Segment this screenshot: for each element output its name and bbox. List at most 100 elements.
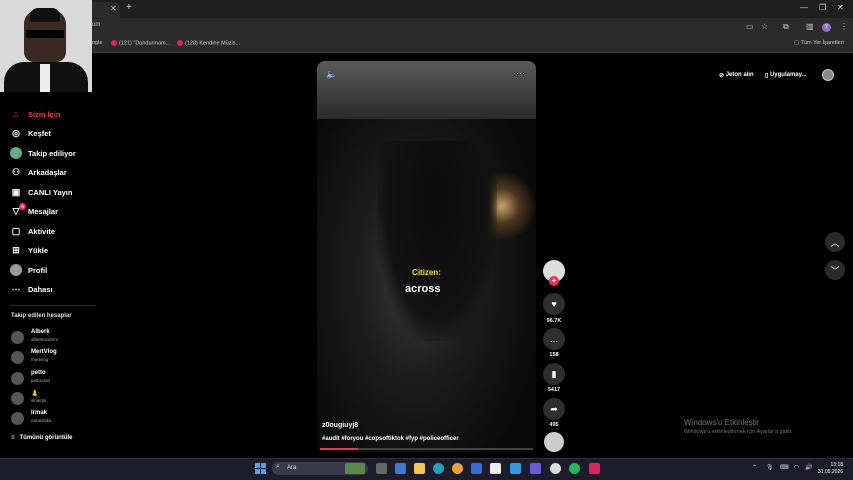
bookmark-item[interactable]: (128) Kendine Müzis... bbox=[177, 40, 240, 46]
activation-watermark-title: Windows'u Etkinleştir bbox=[684, 418, 760, 427]
file-explorer-icon[interactable] bbox=[414, 463, 425, 474]
sidebar-item-live[interactable]: ▣ CANLI Yayın bbox=[10, 184, 73, 200]
discord-icon[interactable] bbox=[530, 463, 541, 474]
sidebar-item-profile[interactable]: Profil bbox=[10, 262, 47, 278]
account-name: Alberk bbox=[31, 329, 50, 335]
get-app-button[interactable]: ▯ Uygulamay... bbox=[765, 68, 807, 82]
task-view-icon[interactable] bbox=[376, 463, 387, 474]
share-button[interactable]: ➦ bbox=[543, 398, 565, 420]
windows-start-icon[interactable] bbox=[255, 463, 266, 474]
video-more-icon[interactable]: ⋯ bbox=[516, 68, 525, 79]
close-window-icon[interactable]: ✕ bbox=[837, 3, 844, 12]
mail-icon[interactable] bbox=[471, 463, 482, 474]
video-progress-fill bbox=[320, 448, 359, 450]
account-handle: pettoosss bbox=[31, 378, 51, 383]
wifi-icon[interactable]: ◠ bbox=[794, 464, 799, 471]
all-bookmarks[interactable]: ▢ Tüm Yer İşaretleri bbox=[794, 40, 844, 46]
followed-account[interactable]: Irmak naraistitka bbox=[11, 410, 101, 428]
followed-account[interactable]: petto pettoosss bbox=[11, 370, 101, 388]
webcam-hat bbox=[30, 8, 60, 22]
new-tab-icon[interactable]: + bbox=[126, 2, 132, 13]
browser-menu-icon[interactable]: ⋮ bbox=[840, 22, 848, 31]
vscode-icon[interactable] bbox=[510, 463, 521, 474]
followed-account[interactable]: MertVlog mertvlog bbox=[11, 349, 101, 367]
see-all-following-button[interactable]: ≡ Tümünü görüntüle bbox=[11, 435, 73, 441]
sidepanel-icon[interactable]: ▥ bbox=[806, 22, 814, 31]
sidebar-item-following[interactable]: Takip ediliyor bbox=[10, 145, 76, 161]
account-name: 👃 bbox=[31, 391, 39, 397]
mic-icon[interactable]: 🎙 bbox=[766, 464, 774, 471]
video-progress-bar[interactable] bbox=[320, 448, 533, 450]
live-icon: ▣ bbox=[11, 186, 21, 197]
home-icon: ⌂ bbox=[13, 109, 19, 119]
bookmark-item[interactable]: ogle bbox=[92, 40, 102, 46]
like-button[interactable]: ♥ bbox=[543, 293, 565, 315]
video-player[interactable] bbox=[317, 61, 536, 452]
webcam-sunglasses bbox=[26, 30, 64, 38]
spotify-icon[interactable] bbox=[569, 463, 580, 474]
following-section-title: Takip edilen hesaplar bbox=[11, 313, 72, 319]
volume-tray-icon[interactable]: 🔊 bbox=[805, 464, 812, 471]
comment-count: 158 bbox=[549, 352, 559, 358]
sidebar-item-activity[interactable]: ▢ Aktivite bbox=[10, 223, 55, 239]
copilot-icon[interactable] bbox=[395, 463, 406, 474]
search-highlight-icon bbox=[345, 463, 365, 474]
browser-profile-avatar[interactable]: Y bbox=[822, 23, 831, 32]
sidebar-item-for-you[interactable]: ⌂ Sizin İçin bbox=[10, 106, 60, 122]
compass-icon: ◎ bbox=[12, 127, 20, 138]
sidebar-item-explore[interactable]: ◎ Keşfet bbox=[10, 125, 51, 141]
bookmark-item[interactable]: (121) "Dondurmam... bbox=[111, 40, 170, 46]
activity-icon: ▢ bbox=[11, 225, 21, 236]
account-name: petto bbox=[31, 370, 46, 376]
url-field[interactable]: om bbox=[92, 22, 100, 28]
sidebar-item-more[interactable]: ⋯ Dahası bbox=[10, 281, 53, 297]
sidebar-item-messages[interactable]: ▽ 9 Mesajlar bbox=[10, 203, 58, 219]
get-coins-button[interactable]: ⊘ Jeton alın bbox=[719, 68, 754, 82]
avatar bbox=[11, 331, 24, 344]
tab-close-icon[interactable]: ✕ bbox=[110, 4, 117, 13]
app-icon[interactable] bbox=[589, 463, 600, 474]
address-bar bbox=[0, 18, 853, 37]
taskbar-clock[interactable]: 13:18 31.05.2026 bbox=[818, 462, 843, 476]
previous-video-button[interactable]: ︿ bbox=[825, 232, 845, 252]
store-icon[interactable] bbox=[490, 463, 501, 474]
follow-plus-icon[interactable]: + bbox=[549, 276, 559, 286]
windows-taskbar bbox=[0, 458, 853, 480]
volume-icon[interactable]: 🔈 bbox=[326, 69, 337, 80]
keyboard-icon[interactable]: ⌨ bbox=[780, 464, 789, 471]
activation-watermark-subtitle: Windows'u etkinleştirmek için Ayarlar'a … bbox=[684, 429, 793, 435]
more-dots-icon: ⋯ bbox=[11, 283, 21, 294]
comment-button[interactable]: … bbox=[543, 328, 565, 350]
next-video-button[interactable]: ﹀ bbox=[825, 260, 845, 280]
share-icon: ➦ bbox=[550, 403, 558, 414]
profile-icon bbox=[10, 264, 22, 276]
tray-chevron-icon[interactable]: ⌃ bbox=[752, 464, 757, 471]
sidebar-item-friends[interactable]: ⚇ Arkadaşlar bbox=[10, 164, 67, 180]
github-icon[interactable] bbox=[550, 463, 561, 474]
chevron-up-icon: ︿ bbox=[830, 237, 840, 248]
bookmark-star-icon[interactable]: ☆ bbox=[761, 22, 768, 31]
taskbar-search-label: Ara bbox=[287, 465, 297, 471]
video-description[interactable]: #audit #foryou #copsoftiktok #fyp #polic… bbox=[322, 436, 459, 442]
caption-word: across bbox=[403, 282, 443, 296]
cast-icon[interactable]: ▭ bbox=[746, 22, 754, 31]
video-username[interactable]: z0ougiuyj8 bbox=[322, 422, 358, 429]
chrome-icon[interactable] bbox=[452, 463, 463, 474]
music-disc-icon[interactable] bbox=[544, 432, 564, 452]
maximize-icon[interactable]: ❐ bbox=[819, 3, 826, 12]
extensions-icon[interactable]: ⧉ bbox=[783, 22, 789, 32]
account-name: Irmak bbox=[31, 410, 48, 416]
user-avatar[interactable] bbox=[822, 69, 834, 81]
followed-account[interactable]: Alberk alberkozdemi bbox=[11, 329, 101, 347]
minimize-icon[interactable]: — bbox=[800, 3, 808, 12]
save-button[interactable]: ▮ bbox=[543, 363, 565, 385]
sidebar-item-upload[interactable]: ⊞ Yükle bbox=[10, 242, 48, 258]
edge-icon[interactable] bbox=[433, 463, 444, 474]
video-figure bbox=[377, 141, 497, 341]
chevron-down-icon: ﹀ bbox=[830, 265, 840, 276]
followed-account[interactable]: 👃 slmkrpli bbox=[11, 390, 101, 408]
bookmark-icon: ▮ bbox=[551, 368, 557, 379]
friends-icon: ⚇ bbox=[11, 166, 21, 177]
avatar bbox=[11, 392, 24, 405]
account-handle: alberkozdemi bbox=[31, 337, 58, 342]
